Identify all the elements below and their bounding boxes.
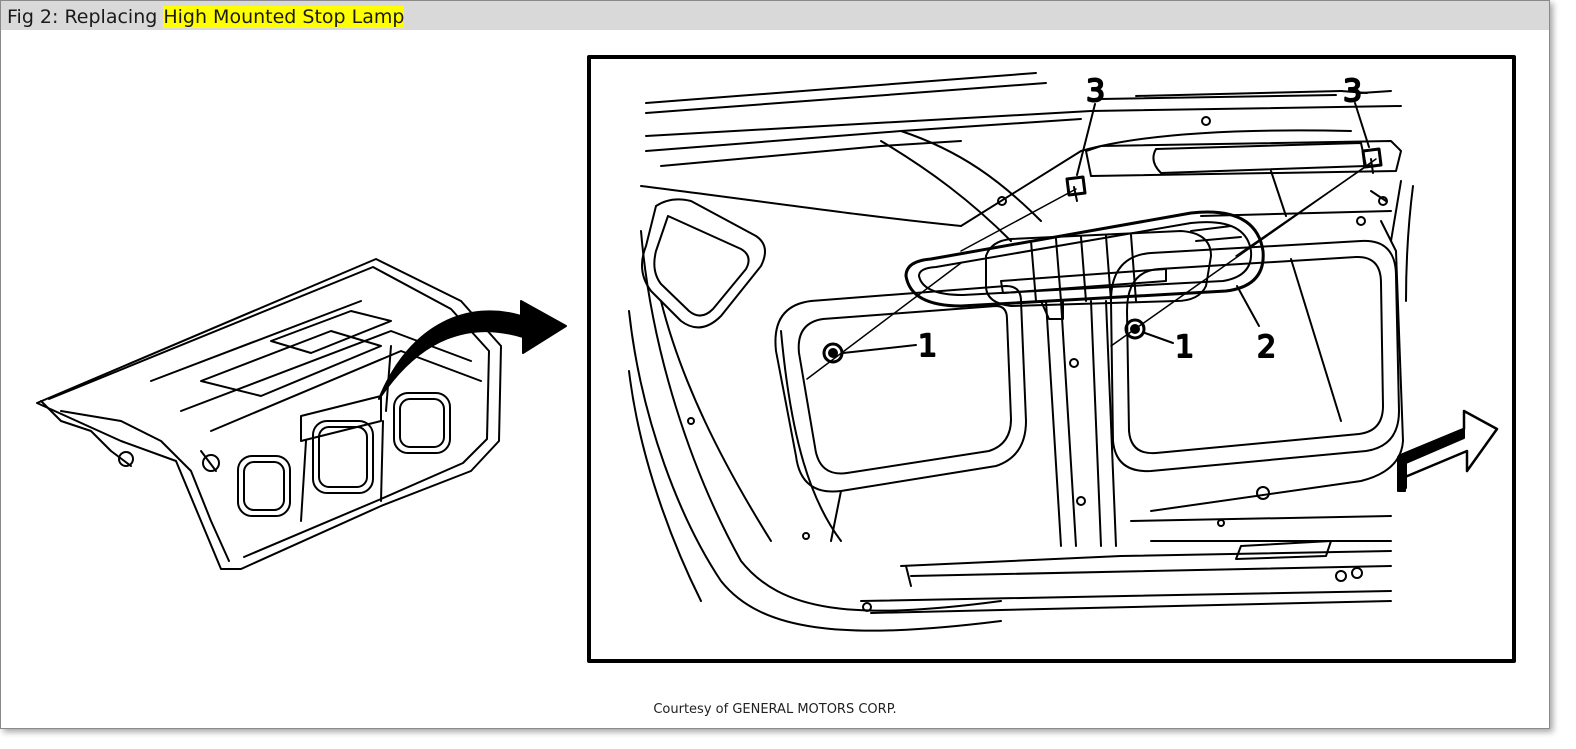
figure-credit: Courtesy of GENERAL MOTORS CORP. (653, 702, 897, 717)
direction-arrow (1397, 409, 1499, 492)
callout-nut-right: 1 (1175, 330, 1194, 365)
figure-frame: Fig 2: Replacing High Mounted Stop Lamp (0, 0, 1550, 729)
deck-lid-overview (36, 258, 502, 570)
callout-screw-left: 3 (1086, 74, 1105, 109)
callout-nut-left: 1 (918, 329, 937, 364)
deck-lid-detail (628, 72, 1414, 632)
install-lines (806, 158, 1377, 380)
curved-arrow (378, 300, 567, 400)
callout-screw-right: 3 (1343, 74, 1362, 109)
stop-lamp-assembly (904, 210, 1265, 320)
callout-lamp: 2 (1257, 330, 1276, 365)
stop-lamp-diagram: 1 1 2 3 3 (36, 55, 1516, 663)
detail-box (587, 55, 1516, 663)
